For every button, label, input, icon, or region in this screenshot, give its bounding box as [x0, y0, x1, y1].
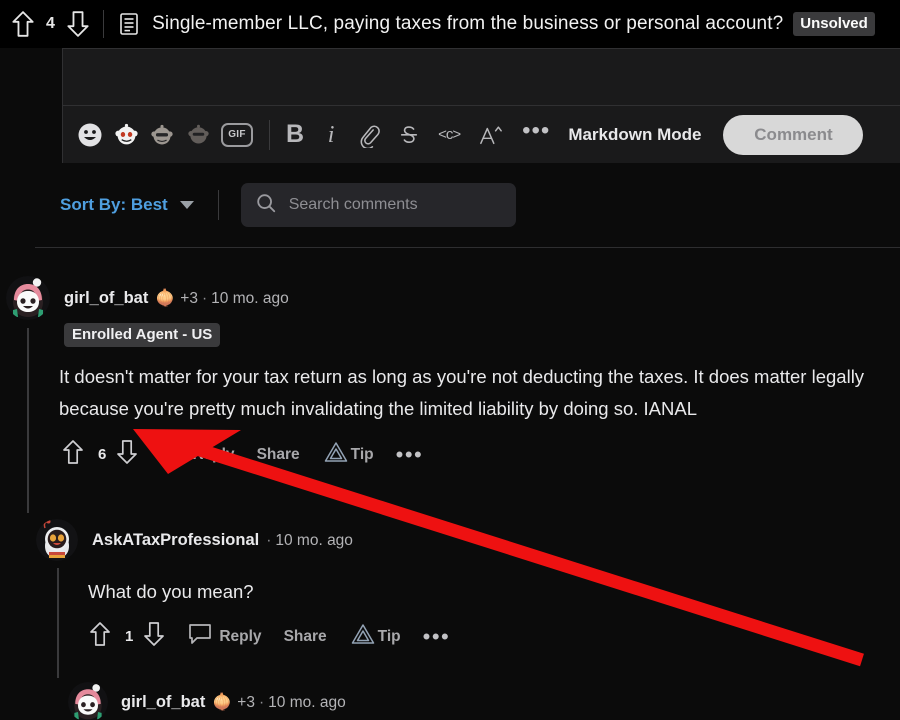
- comment-timestamp: 10 mo. ago: [268, 693, 346, 711]
- post-status-badge: Unsolved: [793, 12, 875, 36]
- post-vote-group: 4: [10, 10, 91, 38]
- reddit-snoo-icon[interactable]: [185, 122, 211, 148]
- downvote-arrow-icon[interactable]: [65, 10, 91, 38]
- comment-author[interactable]: AskATaxProfessional: [92, 531, 259, 550]
- link-paperclip-icon[interactable]: [358, 121, 380, 149]
- search-placeholder: Search comments: [288, 196, 418, 213]
- comment-composer: GIF B i <c> ••• Markdown Mode Comment: [62, 48, 900, 163]
- tip-triangle-icon[interactable]: [324, 441, 348, 468]
- tip-triangle-icon[interactable]: [351, 623, 375, 650]
- composer-media-buttons: GIF: [77, 122, 253, 148]
- share-button[interactable]: Share: [257, 446, 300, 464]
- comments-sort-bar: Sort By: Best Search comments: [0, 163, 900, 247]
- thread-line[interactable]: [57, 568, 59, 678]
- author-flair-tag: Enrolled Agent - US: [64, 323, 221, 347]
- more-options-button[interactable]: •••: [522, 118, 550, 149]
- reddit-snoo-icon[interactable]: [113, 122, 139, 148]
- code-button[interactable]: <c>: [438, 121, 461, 149]
- comment-timestamp: 10 mo. ago: [275, 531, 353, 549]
- comment-score: 6: [98, 446, 107, 463]
- comment-timestamp: 10 mo. ago: [211, 289, 289, 307]
- downvote-arrow-icon[interactable]: [142, 621, 170, 652]
- sortbar-divider: [217, 190, 219, 220]
- sort-by-dropdown[interactable]: Sort By: Best: [60, 195, 168, 215]
- comment-action-row: 6 Reply Share Tip •••: [61, 439, 896, 470]
- reply-button[interactable]: Reply: [192, 446, 234, 464]
- reply-button[interactable]: Reply: [219, 628, 261, 646]
- author-flair-tag-wrap: Enrolled Agent - US: [64, 323, 896, 347]
- comment-header: girl_of_bat 🧅 +3 · 10 mo. ago: [6, 276, 896, 320]
- tip-button[interactable]: Tip: [351, 446, 374, 464]
- search-comments-input[interactable]: Search comments: [240, 183, 516, 227]
- comment-action-row: 1 Reply Share Tip •••: [88, 621, 896, 652]
- post-document-icon: [118, 12, 140, 36]
- comment-more-button[interactable]: •••: [396, 443, 424, 465]
- markdown-mode-toggle[interactable]: Markdown Mode: [568, 125, 701, 145]
- comment-score: 1: [125, 628, 134, 645]
- bold-button[interactable]: B: [286, 121, 304, 149]
- superscript-button[interactable]: [479, 121, 503, 149]
- meta-separator: ·: [266, 531, 272, 549]
- comment-reply: AskATaxProfessional · 10 mo. ago What do…: [36, 519, 896, 652]
- gif-button[interactable]: GIF: [221, 122, 253, 147]
- comment-more-button[interactable]: •••: [423, 625, 451, 647]
- downvote-arrow-icon[interactable]: [115, 439, 143, 470]
- composer-format-buttons: B i <c> •••: [286, 118, 550, 149]
- comments-section-divider: [35, 247, 900, 248]
- avatar[interactable]: [36, 519, 78, 561]
- author-flair-emoji: 🧅: [212, 693, 233, 711]
- reddit-snoo-icon[interactable]: [149, 122, 175, 148]
- smiley-emoji-icon[interactable]: [77, 122, 103, 148]
- author-flair-emoji: 🧅: [155, 289, 176, 307]
- comment-author[interactable]: girl_of_bat: [64, 289, 148, 308]
- upvote-arrow-icon[interactable]: [61, 439, 89, 470]
- strikethrough-button[interactable]: [399, 121, 419, 149]
- header-divider: [103, 10, 105, 38]
- italic-button[interactable]: i: [323, 121, 339, 149]
- author-flair-count: +3: [237, 693, 255, 711]
- toolbar-divider: [269, 119, 270, 150]
- author-flair-count: +3: [180, 289, 198, 307]
- meta-separator: ·: [258, 693, 265, 711]
- upvote-arrow-icon[interactable]: [10, 10, 36, 38]
- reddit-comments-page: 4 Single-member LLC, paying taxes from t…: [0, 0, 900, 720]
- search-icon: [255, 192, 277, 219]
- post-title[interactable]: Single-member LLC, paying taxes from the…: [152, 13, 783, 35]
- comment-author[interactable]: girl_of_bat: [121, 693, 205, 712]
- meta-separator: ·: [201, 289, 208, 307]
- submit-comment-button[interactable]: Comment: [723, 114, 864, 155]
- avatar[interactable]: [6, 276, 50, 320]
- thread-line[interactable]: [27, 328, 29, 513]
- avatar[interactable]: [68, 682, 108, 720]
- post-header-bar: 4 Single-member LLC, paying taxes from t…: [0, 0, 900, 48]
- comment-reply: girl_of_bat 🧅 +3 · 10 mo. ago: [68, 682, 898, 720]
- tip-button[interactable]: Tip: [378, 628, 401, 646]
- comment-header: girl_of_bat 🧅 +3 · 10 mo. ago: [68, 682, 898, 720]
- chevron-down-icon[interactable]: [179, 201, 194, 209]
- comment-body: What do you mean?: [88, 581, 254, 602]
- comment-header: AskATaxProfessional · 10 mo. ago: [36, 519, 896, 561]
- comment-bubble-icon[interactable]: [187, 622, 213, 651]
- comment-thread-root: girl_of_bat 🧅 +3 · 10 mo. ago Enrolled A…: [6, 276, 896, 470]
- comment-bubble-icon[interactable]: [160, 440, 186, 469]
- share-button[interactable]: Share: [284, 628, 327, 646]
- upvote-arrow-icon[interactable]: [88, 621, 116, 652]
- post-score: 4: [46, 15, 56, 32]
- composer-toolbar: GIF B i <c> ••• Markdown Mode Comment: [63, 105, 900, 163]
- comment-body: It doesn't matter for your tax return as…: [59, 366, 865, 419]
